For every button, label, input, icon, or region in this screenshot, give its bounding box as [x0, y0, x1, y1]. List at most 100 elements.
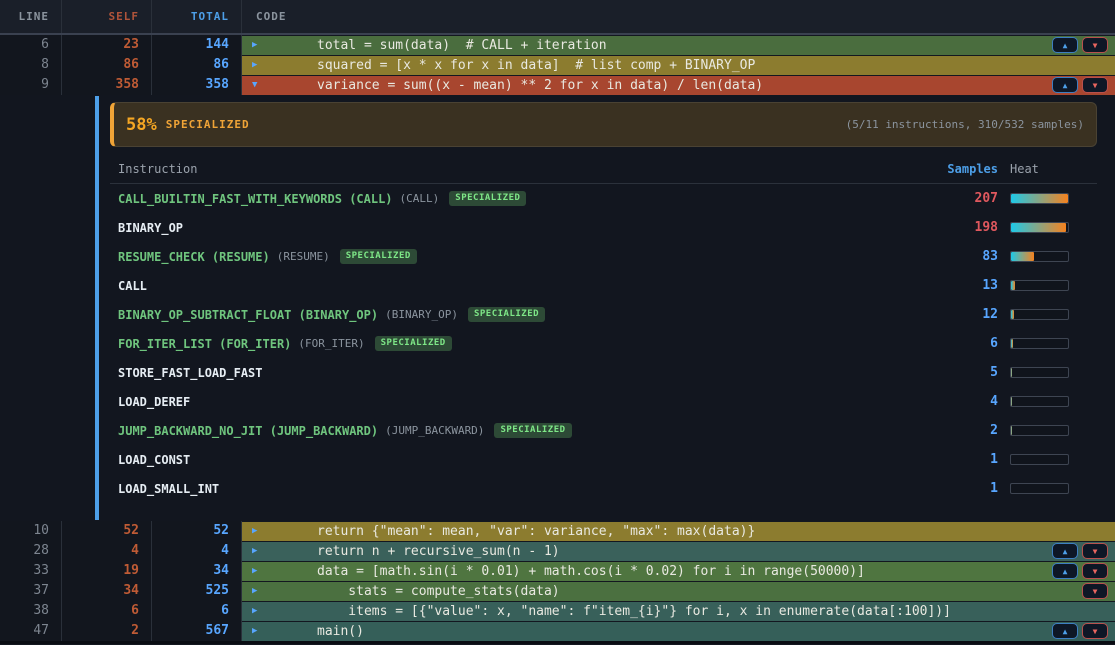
code-row[interactable]: 47 2 567 ▶ main() ▲ ▼ — [0, 621, 1115, 641]
specialization-percent: 58% — [126, 115, 157, 135]
heat-column-header: Heat — [1010, 162, 1069, 176]
code-row[interactable]: 33 19 34 ▶ data = [math.sin(i * 0.01) + … — [0, 561, 1115, 581]
line-number: 10 — [0, 521, 62, 541]
heat-bar-fill — [1011, 339, 1013, 348]
instruction-row: LOAD_CONST 1 — [110, 445, 1097, 474]
expand-arrow-icon[interactable]: ▼ — [252, 80, 270, 90]
code-text: stats = compute_stats(data) — [270, 584, 1082, 599]
nav-down-button[interactable]: ▼ — [1082, 563, 1108, 579]
heat-bar-track — [1010, 280, 1069, 291]
column-header-total: TOTAL — [152, 0, 242, 33]
expanded-instruction-panel: 58% SPECIALIZED (5/11 instructions, 310/… — [0, 95, 1115, 521]
line-number: 28 — [0, 541, 62, 561]
instruction-row: JUMP_BACKWARD_NO_JIT (JUMP_BACKWARD) (JU… — [110, 416, 1097, 445]
instruction-name: FOR_ITER_LIST (FOR_ITER) — [118, 337, 291, 351]
nav-up-button[interactable]: ▲ — [1052, 37, 1078, 53]
table-header: LINE SELF TOTAL CODE — [0, 0, 1115, 35]
expand-arrow-icon[interactable]: ▶ — [252, 546, 270, 556]
code-cell[interactable]: ▶ total = sum(data) # CALL + iteration ▲… — [242, 36, 1115, 55]
instruction-rows: CALL_BUILTIN_FAST_WITH_KEYWORDS (CALL) (… — [110, 184, 1097, 503]
code-cell[interactable]: ▶ data = [math.sin(i * 0.01) + math.cos(… — [242, 562, 1115, 581]
total-samples: 6 — [152, 601, 242, 621]
heat-bar-track — [1010, 425, 1069, 436]
code-text: variance = sum((x - mean) ** 2 for x in … — [270, 78, 1052, 93]
sample-count: 1 — [928, 452, 998, 467]
nav-down-button[interactable]: ▼ — [1082, 37, 1108, 53]
instruction-table-header: Instruction Samples Heat — [110, 160, 1097, 184]
expand-arrow-icon[interactable]: ▶ — [252, 566, 270, 576]
self-samples: 23 — [62, 35, 152, 55]
heat-bar-track — [1010, 367, 1069, 378]
code-row[interactable]: 9 358 358 ▼ variance = sum((x - mean) **… — [0, 75, 1115, 95]
self-samples: 2 — [62, 621, 152, 641]
samples-column-header: Samples — [928, 162, 998, 176]
nav-up-button[interactable]: ▲ — [1052, 623, 1078, 639]
sample-count: 207 — [928, 191, 998, 206]
specialized-badge: SPECIALIZED — [375, 336, 452, 351]
code-cell[interactable]: ▼ variance = sum((x - mean) ** 2 for x i… — [242, 76, 1115, 95]
total-samples: 567 — [152, 621, 242, 641]
expand-arrow-icon[interactable]: ▶ — [252, 60, 270, 70]
row-nav-buttons: ▲ ▼ — [1052, 37, 1108, 53]
code-cell[interactable]: ▶ return n + recursive_sum(n - 1) ▲ ▼ — [242, 542, 1115, 561]
line-number: 38 — [0, 601, 62, 621]
code-row[interactable]: 8 86 86 ▶ squared = [x * x for x in data… — [0, 55, 1115, 75]
nav-down-button[interactable]: ▼ — [1082, 77, 1108, 93]
row-nav-buttons: ▲ ▼ — [1052, 623, 1108, 639]
nav-up-button[interactable]: ▲ — [1052, 77, 1078, 93]
code-row[interactable]: 6 23 144 ▶ total = sum(data) # CALL + it… — [0, 35, 1115, 55]
nav-up-button[interactable]: ▲ — [1052, 563, 1078, 579]
heat-bar-fill — [1011, 252, 1034, 261]
code-row[interactable]: 28 4 4 ▶ return n + recursive_sum(n - 1)… — [0, 541, 1115, 561]
top-code-rows: 6 23 144 ▶ total = sum(data) # CALL + it… — [0, 35, 1115, 95]
line-number: 47 — [0, 621, 62, 641]
line-number: 33 — [0, 561, 62, 581]
sample-count: 6 — [928, 336, 998, 351]
code-row[interactable]: 37 34 525 ▶ stats = compute_stats(data) … — [0, 581, 1115, 601]
heat-bar-fill — [1011, 223, 1066, 232]
instruction-family: (JUMP_BACKWARD) — [385, 424, 484, 437]
nav-down-button[interactable]: ▼ — [1082, 583, 1108, 599]
heat-bar-track — [1010, 483, 1069, 494]
total-samples: 86 — [152, 55, 242, 75]
nav-up-button[interactable]: ▲ — [1052, 543, 1078, 559]
expand-arrow-icon[interactable]: ▶ — [252, 40, 270, 50]
instruction-family: (BINARY_OP) — [385, 308, 458, 321]
code-cell[interactable]: ▶ main() ▲ ▼ — [242, 622, 1115, 641]
nav-down-button[interactable]: ▼ — [1082, 543, 1108, 559]
nav-down-button[interactable]: ▼ — [1082, 623, 1108, 639]
code-row[interactable]: 10 52 52 ▶ return {"mean": mean, "var": … — [0, 521, 1115, 541]
sample-count: 4 — [928, 394, 998, 409]
self-samples: 19 — [62, 561, 152, 581]
instruction-row: FOR_ITER_LIST (FOR_ITER) (FOR_ITER) SPEC… — [110, 329, 1097, 358]
self-samples: 358 — [62, 75, 152, 95]
self-samples: 6 — [62, 601, 152, 621]
instruction-family: (RESUME) — [277, 250, 330, 263]
instruction-family: (CALL) — [400, 192, 440, 205]
expand-arrow-icon[interactable]: ▶ — [252, 606, 270, 616]
column-header-line: LINE — [0, 0, 62, 33]
instruction-name: RESUME_CHECK (RESUME) — [118, 250, 270, 264]
instruction-row: BINARY_OP_SUBTRACT_FLOAT (BINARY_OP) (BI… — [110, 300, 1097, 329]
bottom-strip — [0, 641, 1115, 644]
instruction-row: LOAD_DEREF 4 — [110, 387, 1097, 416]
code-cell[interactable]: ▶ squared = [x * x for x in data] # list… — [242, 56, 1115, 75]
total-samples: 52 — [152, 521, 242, 541]
total-samples: 34 — [152, 561, 242, 581]
sample-count: 198 — [928, 220, 998, 235]
heat-bar-fill — [1011, 397, 1012, 406]
instruction-name: CALL — [118, 279, 147, 293]
instruction-row: CALL 13 — [110, 271, 1097, 300]
expand-arrow-icon[interactable]: ▶ — [252, 626, 270, 636]
expand-arrow-icon[interactable]: ▶ — [252, 586, 270, 596]
expand-arrow-icon[interactable]: ▶ — [252, 526, 270, 536]
row-nav-buttons: ▲ ▼ — [1052, 77, 1108, 93]
code-cell[interactable]: ▶ items = [{"value": x, "name": f"item_{… — [242, 602, 1115, 621]
row-nav-buttons: ▲ ▼ — [1082, 583, 1108, 599]
heat-bar-track — [1010, 222, 1069, 233]
code-cell[interactable]: ▶ return {"mean": mean, "var": variance,… — [242, 522, 1115, 541]
line-number: 37 — [0, 581, 62, 601]
specialization-stats: (5/11 instructions, 310/532 samples) — [846, 118, 1084, 131]
code-cell[interactable]: ▶ stats = compute_stats(data) ▲ ▼ — [242, 582, 1115, 601]
code-row[interactable]: 38 6 6 ▶ items = [{"value": x, "name": f… — [0, 601, 1115, 621]
